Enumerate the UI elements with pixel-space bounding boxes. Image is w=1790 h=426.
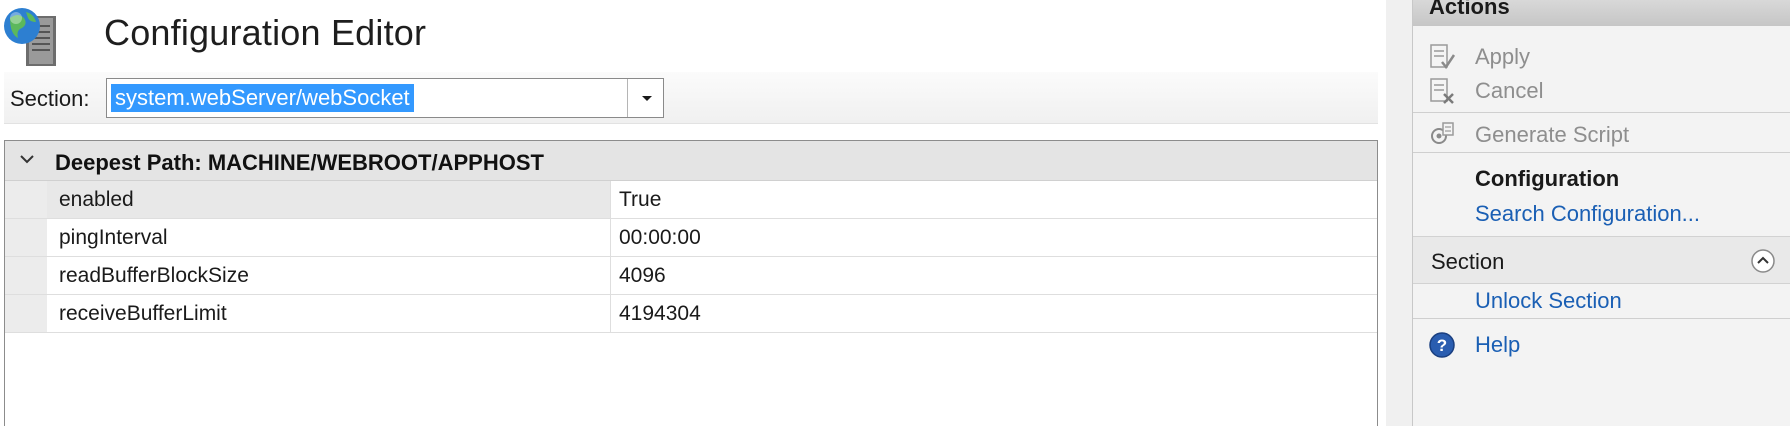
script-icon bbox=[1431, 122, 1454, 144]
property-name[interactable]: pingInterval bbox=[47, 219, 611, 256]
table-row[interactable]: receiveBufferLimit 4194304 bbox=[5, 295, 1377, 333]
grid-group-header[interactable]: Deepest Path: MACHINE/WEBROOT/APPHOST bbox=[5, 141, 1377, 181]
apply-icon bbox=[1430, 44, 1456, 70]
property-value[interactable]: 4096 bbox=[611, 257, 1377, 294]
cancel-label[interactable]: Cancel bbox=[1475, 78, 1543, 104]
configuration-heading-label: Configuration bbox=[1475, 166, 1620, 191]
cancel-icon bbox=[1430, 78, 1454, 104]
title-row: Configuration Editor bbox=[0, 0, 1386, 72]
property-value[interactable]: 00:00:00 bbox=[611, 219, 1377, 256]
property-name[interactable]: readBufferBlockSize bbox=[47, 257, 611, 294]
actions-divider bbox=[1413, 318, 1790, 319]
row-gutter bbox=[5, 295, 47, 332]
section-label: Section: bbox=[10, 86, 90, 111]
property-value[interactable]: True bbox=[611, 181, 1377, 218]
generate-script-action[interactable]: Generate Script bbox=[1413, 116, 1790, 154]
svg-text:?: ? bbox=[1437, 336, 1447, 355]
property-grid: Deepest Path: MACHINE/WEBROOT/APPHOST en… bbox=[4, 140, 1378, 426]
actions-divider bbox=[1413, 152, 1790, 153]
pane-splitter[interactable] bbox=[1386, 0, 1412, 426]
row-gutter bbox=[5, 219, 47, 256]
property-name[interactable]: receiveBufferLimit bbox=[47, 295, 611, 332]
actions-divider bbox=[1413, 112, 1790, 113]
help-icon: ? bbox=[1429, 332, 1455, 358]
table-row[interactable]: enabled True bbox=[5, 181, 1377, 219]
search-configuration-label[interactable]: Search Configuration... bbox=[1475, 201, 1700, 227]
chevron-down-icon[interactable] bbox=[17, 149, 37, 169]
property-name[interactable]: enabled bbox=[47, 181, 611, 218]
table-row[interactable]: readBufferBlockSize 4096 bbox=[5, 257, 1377, 295]
configuration-heading: Configuration bbox=[1413, 160, 1790, 198]
apply-action[interactable]: Apply bbox=[1413, 38, 1790, 76]
section-toolbar: Section: system.webServer/webSocket bbox=[4, 72, 1378, 124]
page-title: Configuration Editor bbox=[104, 12, 427, 53]
property-value[interactable]: 4194304 bbox=[611, 295, 1377, 332]
actions-title: Actions bbox=[1429, 0, 1510, 19]
section-combobox[interactable]: system.webServer/webSocket bbox=[106, 78, 664, 118]
generate-script-label[interactable]: Generate Script bbox=[1475, 122, 1629, 148]
help-label[interactable]: Help bbox=[1475, 332, 1520, 358]
section-combobox-value[interactable]: system.webServer/webSocket bbox=[111, 84, 414, 112]
actions-pane: Actions Apply Cancel Generate Script Con… bbox=[1412, 0, 1790, 426]
cancel-action[interactable]: Cancel bbox=[1413, 72, 1790, 110]
search-configuration-link[interactable]: Search Configuration... bbox=[1413, 195, 1790, 233]
section-group-header[interactable]: Section bbox=[1413, 236, 1790, 284]
actions-header: Actions bbox=[1413, 0, 1790, 26]
configuration-editor-pane: Configuration Editor Section: system.web… bbox=[0, 0, 1386, 426]
collapse-up-icon[interactable] bbox=[1750, 248, 1776, 274]
row-gutter bbox=[5, 181, 47, 218]
section-group-label: Section bbox=[1431, 249, 1505, 274]
deepest-path-label: Deepest Path: MACHINE/WEBROOT/APPHOST bbox=[55, 150, 544, 175]
unlock-section-link[interactable]: Unlock Section bbox=[1413, 282, 1790, 320]
unlock-section-label[interactable]: Unlock Section bbox=[1475, 288, 1622, 314]
table-row[interactable]: pingInterval 00:00:00 bbox=[5, 219, 1377, 257]
server-globe-icon bbox=[4, 8, 56, 66]
help-link[interactable]: ? Help bbox=[1413, 326, 1790, 364]
chevron-down-icon[interactable] bbox=[627, 79, 663, 117]
row-gutter bbox=[5, 257, 47, 294]
apply-label[interactable]: Apply bbox=[1475, 44, 1530, 70]
